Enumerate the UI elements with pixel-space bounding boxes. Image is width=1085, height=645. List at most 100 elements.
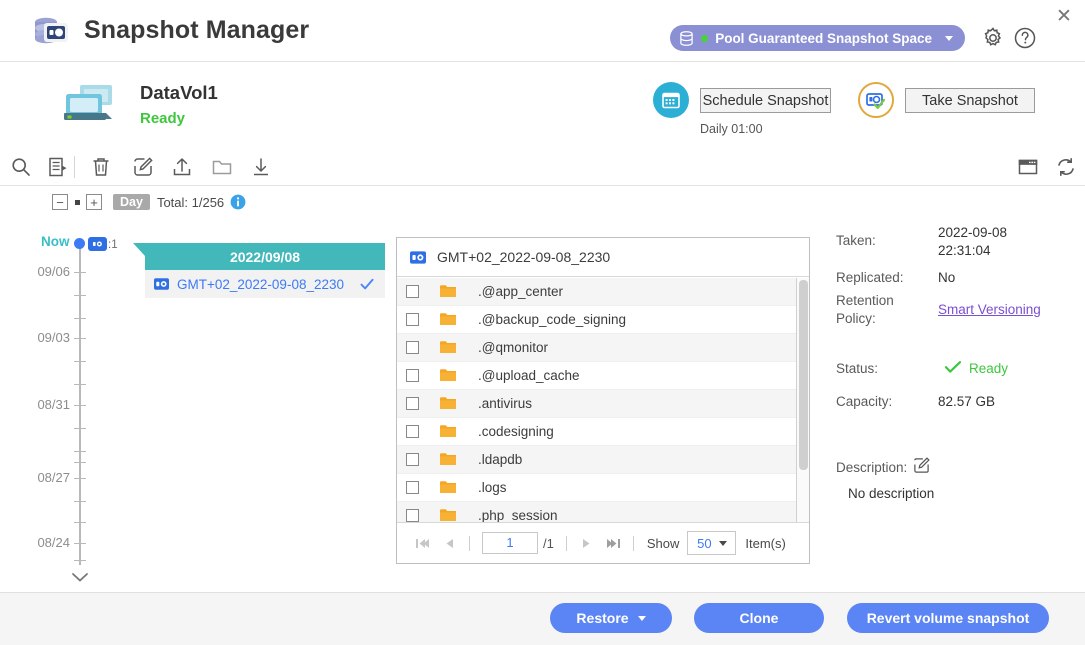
clone-button[interactable]: Clone — [694, 603, 824, 633]
file-list-row[interactable]: .@qmonitor — [397, 334, 809, 362]
snapshot-list-item[interactable]: GMT+02_2022-09-08_2230 — [145, 270, 385, 298]
chevron-down-icon — [719, 541, 727, 546]
timeline-tick — [74, 295, 86, 296]
pool-status-dot — [701, 35, 708, 42]
help-circle-icon[interactable] — [1013, 26, 1037, 50]
taken-value-time: 22:31:04 — [938, 243, 991, 258]
close-icon[interactable]: ✕ — [1051, 3, 1077, 29]
row-checkbox[interactable] — [406, 453, 419, 466]
pagination-divider — [633, 536, 634, 551]
file-list-row[interactable]: .php_session — [397, 502, 809, 523]
pagination-divider — [469, 536, 470, 551]
folder-icon — [440, 313, 456, 326]
schedule-snapshot-button[interactable]: Schedule Snapshot — [700, 88, 831, 113]
folder-icon — [440, 509, 456, 522]
description-label: Description: — [836, 460, 907, 475]
page-title: Snapshot Manager — [84, 16, 309, 45]
file-list-row[interactable]: .codesigning — [397, 418, 809, 446]
row-checkbox[interactable] — [406, 313, 419, 326]
show-label: Show — [647, 536, 680, 551]
refresh-icon[interactable] — [1055, 156, 1077, 178]
timeline-zoom-out-button[interactable]: − — [52, 194, 68, 210]
timeline-tick — [74, 478, 86, 479]
calendar-icon — [661, 90, 681, 110]
info-icon[interactable] — [230, 194, 246, 210]
row-checkbox[interactable] — [406, 509, 419, 522]
timeline-zoom-in-button[interactable]: + — [86, 194, 102, 210]
page-number-input[interactable]: 1 — [482, 532, 538, 554]
capacity-label: Capacity: — [836, 394, 892, 409]
next-page-icon[interactable] — [579, 537, 594, 550]
chevron-down-icon — [638, 616, 646, 621]
snapshot-name: GMT+02_2022-09-08_2230 — [177, 277, 351, 292]
first-page-icon[interactable] — [415, 537, 430, 550]
file-list-row[interactable]: .antivirus — [397, 390, 809, 418]
volume-name: DataVol1 — [140, 82, 218, 104]
take-snapshot-icon-button[interactable] — [858, 82, 894, 118]
file-list-row[interactable]: .ldapdb — [397, 446, 809, 474]
panel-view-icon[interactable] — [1017, 156, 1039, 178]
row-checkbox[interactable] — [406, 341, 419, 354]
pool-space-label: Pool Guaranteed Snapshot Space — [715, 31, 932, 46]
row-checkbox[interactable] — [406, 425, 419, 438]
timeline-tick — [74, 361, 86, 362]
folder-icon — [440, 425, 456, 438]
file-name: .@backup_code_signing — [478, 312, 626, 327]
search-icon[interactable] — [10, 156, 32, 178]
timeline-tick — [74, 543, 86, 544]
database-icon — [679, 31, 694, 46]
retention-policy-link[interactable]: Smart Versioning — [938, 302, 1041, 317]
file-list-row[interactable]: .@backup_code_signing — [397, 306, 809, 334]
scrollbar-thumb[interactable] — [799, 280, 808, 470]
chevron-down-icon[interactable] — [70, 570, 90, 584]
timeline-tick — [74, 318, 86, 319]
timeline-tick — [74, 451, 86, 452]
row-checkbox[interactable] — [406, 285, 419, 298]
taken-value-date: 2022-09-08 — [938, 225, 1007, 240]
schedule-snapshot-icon-button[interactable] — [653, 82, 689, 118]
row-checkbox[interactable] — [406, 481, 419, 494]
timeline-now-marker[interactable] — [74, 238, 85, 249]
page-size-select[interactable]: 50 — [687, 531, 736, 555]
edit-icon[interactable] — [132, 156, 154, 178]
revert-volume-snapshot-button[interactable]: Revert volume snapshot — [847, 603, 1049, 633]
prev-page-icon[interactable] — [442, 537, 457, 550]
action-footer: Restore Clone Revert volume snapshot — [0, 592, 1085, 645]
page-total-label: /1 — [543, 536, 554, 551]
edit-icon[interactable] — [913, 457, 930, 474]
camera-check-icon — [865, 89, 887, 111]
folder-icon[interactable] — [211, 156, 233, 178]
pool-space-selector[interactable]: Pool Guaranteed Snapshot Space — [670, 25, 965, 51]
folder-icon — [440, 397, 456, 410]
retention-label-line1: Retention — [836, 293, 894, 308]
timeline-zoom-slider[interactable] — [68, 200, 86, 205]
folder-icon — [440, 453, 456, 466]
restore-button[interactable]: Restore — [550, 603, 672, 633]
description-value: No description — [848, 486, 934, 501]
snapshot-total-label: Total: 1/256 — [157, 195, 224, 210]
timeline-unit-badge[interactable]: Day — [113, 194, 150, 210]
timeline-tick-label: 09/03 — [18, 330, 70, 345]
timeline-zoom-controls: − + Day Total: 1/256 — [52, 194, 246, 210]
file-name: .@qmonitor — [478, 340, 548, 355]
file-list-scrollbar[interactable] — [796, 278, 809, 523]
file-list-row[interactable]: .@upload_cache — [397, 362, 809, 390]
file-name: .codesigning — [478, 424, 554, 439]
timeline-tick — [74, 522, 86, 523]
file-list: .@app_center .@backup_code_signing .@qmoni… — [397, 278, 809, 523]
download-icon[interactable] — [250, 156, 272, 178]
timeline-tick — [74, 462, 86, 463]
take-snapshot-button[interactable]: Take Snapshot — [905, 88, 1035, 113]
row-checkbox[interactable] — [406, 369, 419, 382]
upload-icon[interactable] — [171, 156, 193, 178]
file-list-row[interactable]: .logs — [397, 474, 809, 502]
toolbar-divider — [74, 156, 75, 178]
gear-icon[interactable] — [981, 26, 1005, 50]
delete-icon[interactable] — [90, 156, 112, 178]
timeline-tick — [74, 338, 86, 339]
snapshot-list-icon[interactable] — [47, 156, 69, 178]
file-list-row[interactable]: .@app_center — [397, 278, 809, 306]
pagination-divider — [566, 536, 567, 551]
row-checkbox[interactable] — [406, 397, 419, 410]
last-page-icon[interactable] — [606, 537, 621, 550]
